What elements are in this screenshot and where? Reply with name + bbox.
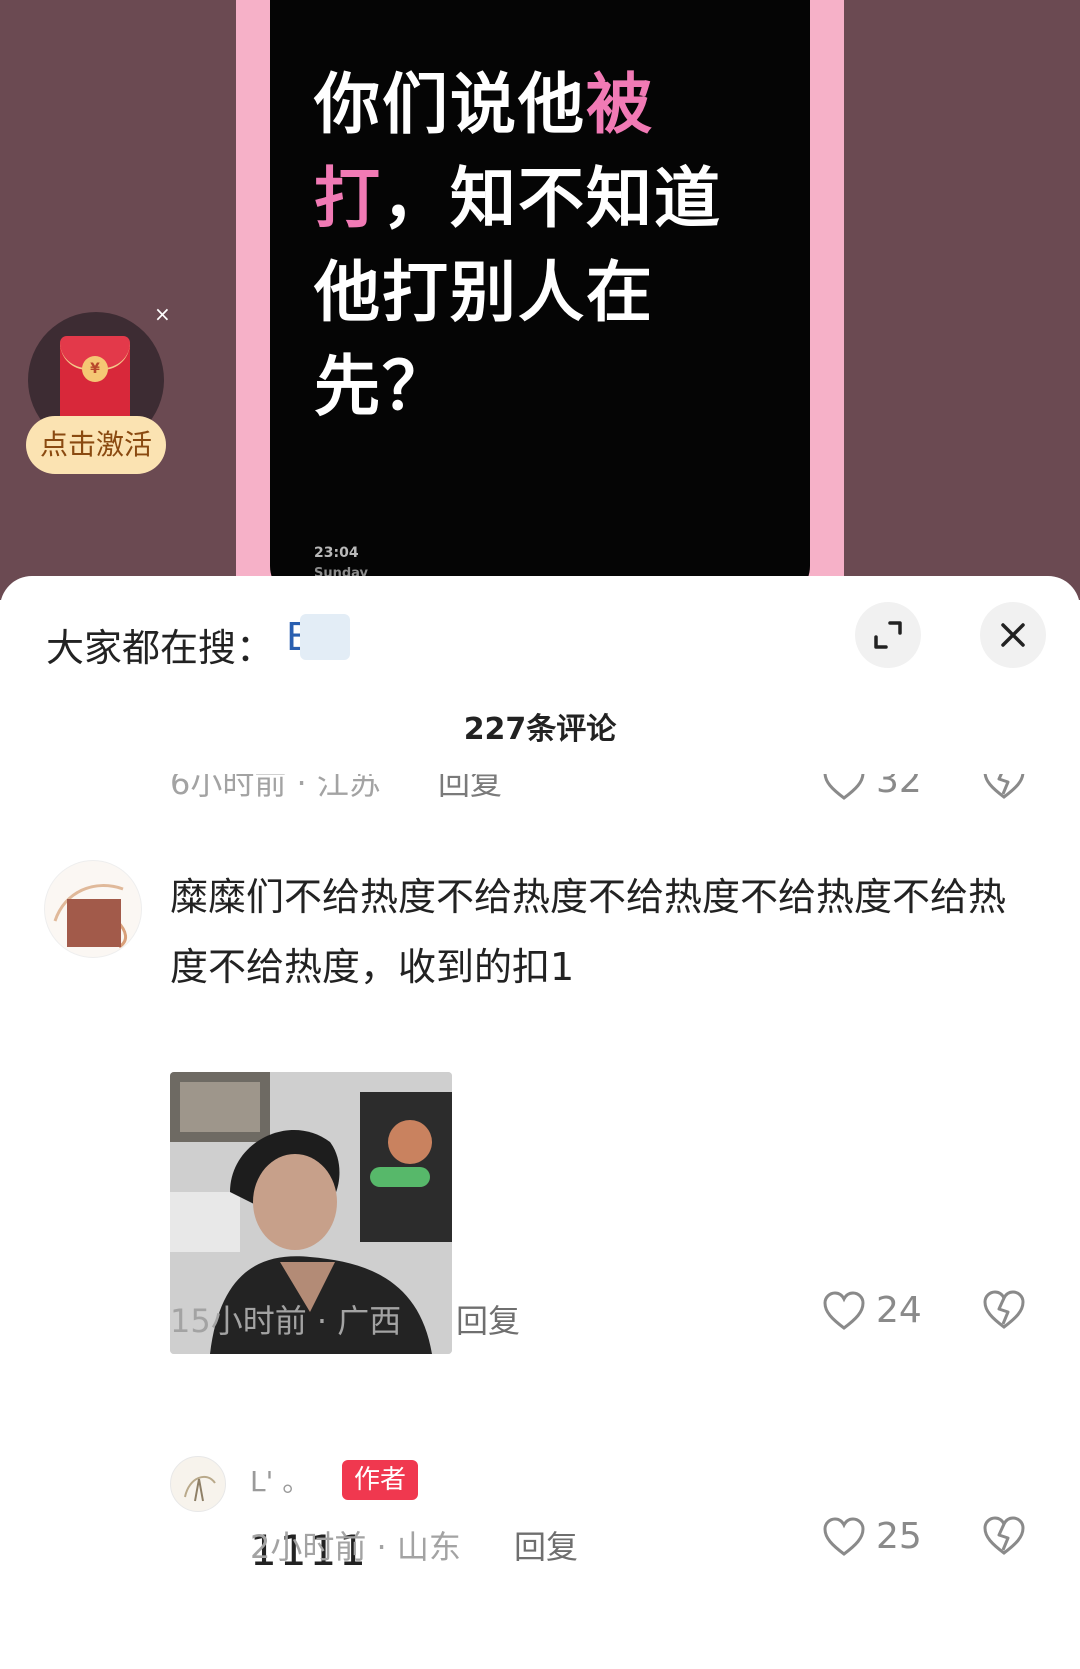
reply-reply-button[interactable]: 回复: [514, 1522, 578, 1568]
author-name[interactable]: L' 。: [250, 1460, 310, 1500]
close-button[interactable]: [980, 602, 1046, 668]
card-time: 23:04: [314, 545, 359, 561]
comment-like-count: 24: [876, 1290, 922, 1331]
video-card: 你们说他被 打，知不知道 他打别人在 先？ 23:04 Sunday: [270, 0, 810, 600]
comment-count: 227条评论: [463, 712, 617, 747]
comments-sheet: 大家都在搜： B ? 227条评论 6小时前 · 江苏 回复 32: [0, 576, 1080, 1669]
headline-line-3: 他打别人在: [314, 254, 654, 331]
author-avatar-illustration: [184, 1475, 216, 1502]
blurred-search-term: [300, 614, 350, 660]
headline-line-2: 打，知不知道: [314, 160, 722, 237]
commenter-avatar[interactable]: [44, 860, 142, 958]
expand-icon: [874, 621, 902, 649]
search-suggestion-label: 大家都在搜：: [46, 626, 275, 670]
author-avatar[interactable]: [170, 1456, 226, 1512]
heart-icon: [823, 774, 865, 800]
reply-time-location: 2小时前 · 山东: [250, 1528, 461, 1566]
comment-text: 糜糜们不给热度不给热度不给热度不给热度不给热度不给热度，收到的扣1: [170, 875, 1007, 989]
partial-comment-meta: 6小时前 · 江苏 回复 32: [0, 774, 1080, 808]
yuan-coin-icon: ¥: [82, 356, 108, 382]
dislike-icon[interactable]: [982, 774, 1026, 800]
close-icon: [1001, 623, 1025, 647]
reply-like-button[interactable]: 25: [822, 1516, 922, 1557]
red-packet-close-icon[interactable]: ×: [154, 302, 171, 326]
activate-button[interactable]: 点击激活: [26, 416, 166, 474]
comment-time-location: 15小时前 · 广西: [170, 1302, 402, 1340]
partial-like-count: 32: [876, 774, 922, 801]
expand-button[interactable]: [855, 602, 921, 668]
author-badge: 作者: [342, 1460, 418, 1500]
partial-time-location: 6小时前 · 江苏: [170, 774, 381, 802]
dislike-icon[interactable]: [982, 1290, 1026, 1330]
heart-icon: [823, 1290, 865, 1330]
headline-line-4: 先？: [314, 348, 450, 425]
comment-like-button[interactable]: 24: [822, 1290, 922, 1331]
red-envelope-icon[interactable]: ¥: [60, 336, 130, 426]
headline-line-1: 你们说他被: [314, 66, 654, 143]
video-headline: 你们说他被 打，知不知道 他打别人在 先？: [314, 58, 774, 434]
video-player[interactable]: 你们说他被 打，知不知道 他打别人在 先？ 23:04 Sunday ¥ × 点…: [0, 0, 1080, 600]
avatar-blur-patch: [67, 899, 121, 947]
partial-reply-button[interactable]: 回复: [438, 774, 502, 804]
heart-icon: [823, 1516, 865, 1556]
reply-like-count: 25: [876, 1516, 922, 1557]
partial-like-button[interactable]: 32: [822, 774, 922, 801]
dislike-icon[interactable]: [982, 1516, 1026, 1556]
comment-reply-button[interactable]: 回复: [456, 1296, 520, 1342]
